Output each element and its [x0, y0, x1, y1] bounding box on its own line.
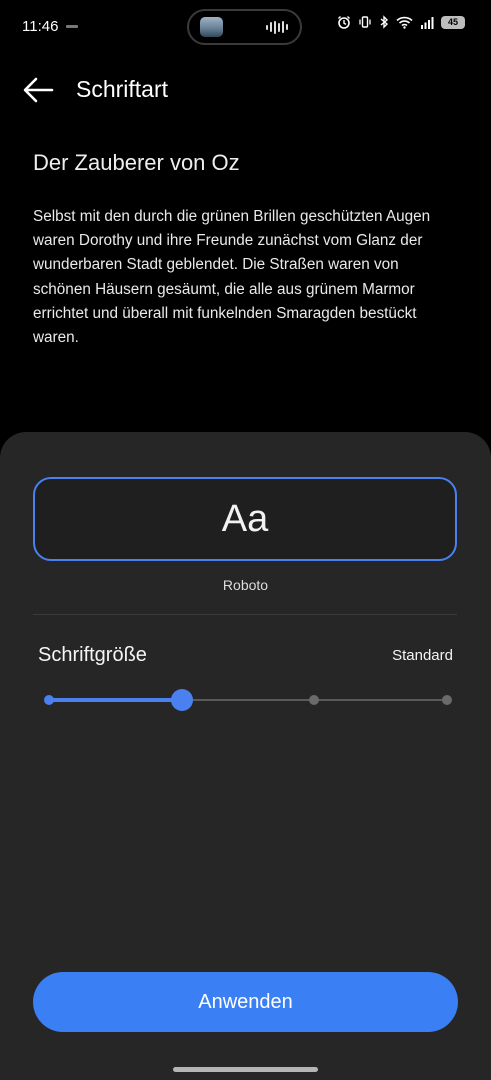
font-size-label: Schriftgröße	[38, 644, 147, 666]
media-thumbnail	[200, 17, 223, 37]
status-bar: 11:46 45	[0, 0, 491, 54]
bluetooth-icon	[380, 15, 389, 29]
preview-title: Der Zauberer von Oz	[33, 150, 240, 175]
audio-wave-icon	[266, 20, 288, 34]
font-name: Roboto	[222, 577, 269, 593]
dynamic-island[interactable]	[187, 9, 302, 45]
slider-stop[interactable]	[442, 695, 452, 705]
status-time: 11:46	[22, 18, 59, 35]
notification-indicator	[66, 25, 78, 28]
slider-fill	[49, 698, 182, 702]
font-size-slider[interactable]	[44, 688, 452, 712]
slider-stop[interactable]	[309, 695, 320, 705]
font-option-card[interactable]: Aa	[33, 477, 457, 561]
apply-button[interactable]: Anwenden	[33, 972, 458, 1032]
signal-icon	[421, 16, 434, 29]
slider-stop[interactable]	[44, 695, 54, 705]
slider-thumb[interactable]	[170, 689, 193, 711]
preview-text: Selbst mit den durch die grünen Brillen …	[33, 208, 431, 347]
vibrate-icon	[359, 16, 371, 28]
home-indicator[interactable]	[173, 1067, 318, 1072]
battery-icon: 45	[441, 15, 465, 29]
page-title: Schriftart	[76, 76, 169, 102]
font-size-value: Standard	[392, 647, 453, 664]
wifi-icon	[396, 16, 413, 29]
status-icons: 45	[337, 15, 465, 29]
divider	[33, 614, 457, 615]
font-sample: Aa	[221, 497, 269, 540]
font-settings-sheet: Aa Roboto Schriftgröße Standard Anwenden	[0, 432, 491, 1080]
arrow-left-icon[interactable]	[20, 74, 56, 106]
alarm-icon	[338, 16, 350, 29]
